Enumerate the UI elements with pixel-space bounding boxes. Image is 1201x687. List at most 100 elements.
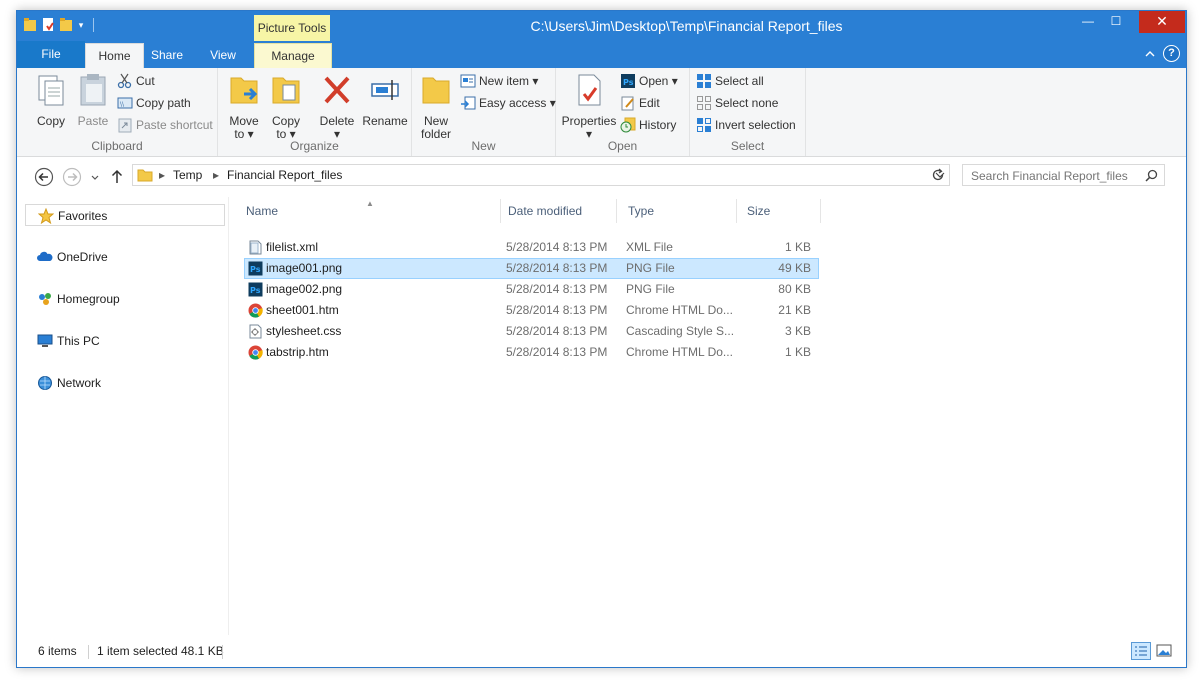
address-bar[interactable]: ▸ Temp ▸ Financial Report_files (132, 164, 950, 186)
minimize-button[interactable]: — (1074, 11, 1102, 33)
chrome-file-icon (248, 345, 263, 360)
cloud-icon (37, 251, 53, 261)
file-size: 21 KB (778, 303, 811, 317)
recent-locations-chevron-icon[interactable] (89, 167, 101, 187)
new-item-icon (460, 74, 476, 88)
tab-manage[interactable]: Manage (254, 43, 332, 69)
nav-homegroup[interactable]: Homegroup (25, 288, 225, 310)
clipboard-group: Copy Paste Cut \\ Copy path Paste shortc… (17, 68, 218, 156)
organize-group-label: Organize (290, 139, 339, 153)
select-none-label: Select none (715, 96, 779, 110)
file-name: image001.png (266, 261, 343, 275)
column-header-type-label: Type (628, 204, 655, 218)
help-button[interactable]: ? (1163, 45, 1180, 62)
breadcrumb-separator-icon[interactable]: ▸ (159, 165, 165, 185)
select-all-button[interactable]: Select all (696, 71, 764, 91)
column-header-date[interactable]: Date modified (497, 199, 617, 223)
select-all-label: Select all (715, 74, 764, 88)
file-date-modified: 5/28/2014 8:13 PM (506, 303, 608, 317)
nav-network-label: Network (57, 376, 102, 390)
tab-view[interactable]: View (201, 43, 245, 68)
paste-icon (80, 74, 106, 106)
cut-button[interactable]: Cut (117, 71, 155, 91)
rename-button[interactable]: Rename (362, 70, 408, 128)
file-date-modified: 5/28/2014 8:13 PM (506, 240, 608, 254)
file-name: tabstrip.htm (266, 345, 329, 359)
file-type: PNG File (626, 282, 675, 296)
column-header-name[interactable]: Name ▲ (235, 199, 501, 223)
rename-label: Rename (362, 114, 408, 128)
open-group: Properties ▾ Ps Open ▾ Edit History Open (556, 68, 690, 156)
column-header-date-label: Date modified (508, 204, 583, 218)
invert-selection-button[interactable]: Invert selection (696, 115, 796, 135)
search-input[interactable] (969, 167, 1143, 185)
history-button[interactable]: History (620, 115, 676, 135)
breadcrumb-financial-report-files[interactable]: Financial Report_files (227, 165, 342, 185)
copy-path-icon: \\ (117, 97, 133, 109)
file-type: PNG File (626, 261, 675, 275)
star-icon (38, 208, 54, 224)
copy-path-button[interactable]: \\ Copy path (117, 93, 191, 113)
nav-network[interactable]: Network (25, 372, 225, 394)
paste-shortcut-label: Paste shortcut (136, 118, 213, 132)
tab-share[interactable]: Share (145, 43, 189, 68)
paste-shortcut-button[interactable]: Paste shortcut (117, 115, 213, 135)
large-icons-view-icon[interactable] (1154, 642, 1174, 660)
file-row[interactable]: Ps image002.png 5/28/2014 8:13 PM PNG File 8… (244, 279, 819, 300)
collapse-ribbon-icon[interactable] (1145, 49, 1155, 59)
delete-button[interactable]: Delete ▾ (314, 70, 360, 141)
breadcrumb-temp[interactable]: Temp (173, 165, 202, 185)
file-name: sheet001.htm (266, 303, 339, 317)
file-type: XML File (626, 240, 673, 254)
column-header-type[interactable]: Type (617, 199, 737, 223)
copy-button[interactable]: Copy (29, 70, 73, 128)
file-name: filelist.xml (266, 240, 319, 254)
details-view-icon[interactable] (1131, 642, 1151, 660)
search-icon[interactable] (1145, 169, 1158, 182)
select-none-button[interactable]: Select none (696, 93, 778, 113)
open-label: Open ▾ (639, 74, 678, 88)
history-icon (620, 117, 636, 133)
nav-favorites[interactable]: Favorites (25, 204, 225, 226)
file-row[interactable]: stylesheet.css 5/28/2014 8:13 PM Cascading… (244, 321, 819, 342)
nav-this-pc[interactable]: This PC (25, 330, 225, 352)
status-selection-size: 48.1 KB (181, 644, 224, 658)
edit-button[interactable]: Edit (620, 93, 660, 113)
forward-arrow-icon[interactable] (62, 167, 82, 187)
photoshop-icon: Ps (621, 74, 635, 88)
file-row[interactable]: sheet001.htm 5/28/2014 8:13 PM Chrome HTML… (244, 300, 819, 321)
organize-group: Move to ▾ Copy to ▾ Delete ▾ Rename Orga… (218, 68, 412, 156)
status-bar: 6 items 1 item selected 48.1 KB (17, 637, 1186, 667)
breadcrumb-separator-icon[interactable]: ▸ (213, 165, 219, 185)
maximize-button[interactable]: ☐ (1102, 11, 1130, 33)
properties-button[interactable]: Properties ▾ (560, 70, 618, 141)
new-folder-button[interactable]: New folder (416, 70, 456, 141)
status-item-count: 6 items (38, 644, 77, 658)
column-header-size[interactable]: Size (736, 199, 821, 223)
paste-button[interactable]: Paste (73, 70, 113, 128)
up-arrow-icon[interactable] (109, 167, 125, 187)
open-button[interactable]: Ps Open ▾ (620, 71, 678, 91)
file-row[interactable]: Ps image001.png 5/28/2014 8:13 PM PNG File 4… (244, 258, 819, 279)
file-size: 49 KB (778, 261, 811, 275)
ribbon-right-controls: ? (1145, 45, 1180, 62)
nav-onedrive[interactable]: OneDrive (25, 246, 225, 268)
search-box[interactable] (962, 164, 1165, 186)
refresh-icon[interactable] (930, 167, 946, 183)
select-group-label: Select (730, 139, 765, 153)
nav-favorites-label: Favorites (58, 209, 108, 223)
file-row[interactable]: tabstrip.htm 5/28/2014 8:13 PM Chrome HTML… (244, 342, 819, 363)
tab-home[interactable]: Home (85, 43, 144, 69)
close-button[interactable]: ✕ (1139, 11, 1185, 33)
select-all-icon (697, 74, 711, 88)
select-none-icon (697, 96, 711, 110)
move-to-button[interactable]: Move to ▾ (224, 70, 264, 141)
sort-ascending-icon: ▲ (366, 199, 374, 208)
navigation-pane: Favorites OneDrive Homegroup This PC Net… (17, 197, 229, 635)
copy-to-button[interactable]: Copy to ▾ (266, 70, 306, 141)
back-arrow-icon[interactable] (34, 167, 54, 187)
file-row[interactable]: filelist.xml 5/28/2014 8:13 PM XML File 1 K… (244, 237, 819, 258)
easy-access-button[interactable]: Easy access ▾ (460, 93, 556, 113)
new-item-button[interactable]: New item ▾ (460, 71, 538, 91)
tab-file[interactable]: File (17, 41, 85, 68)
